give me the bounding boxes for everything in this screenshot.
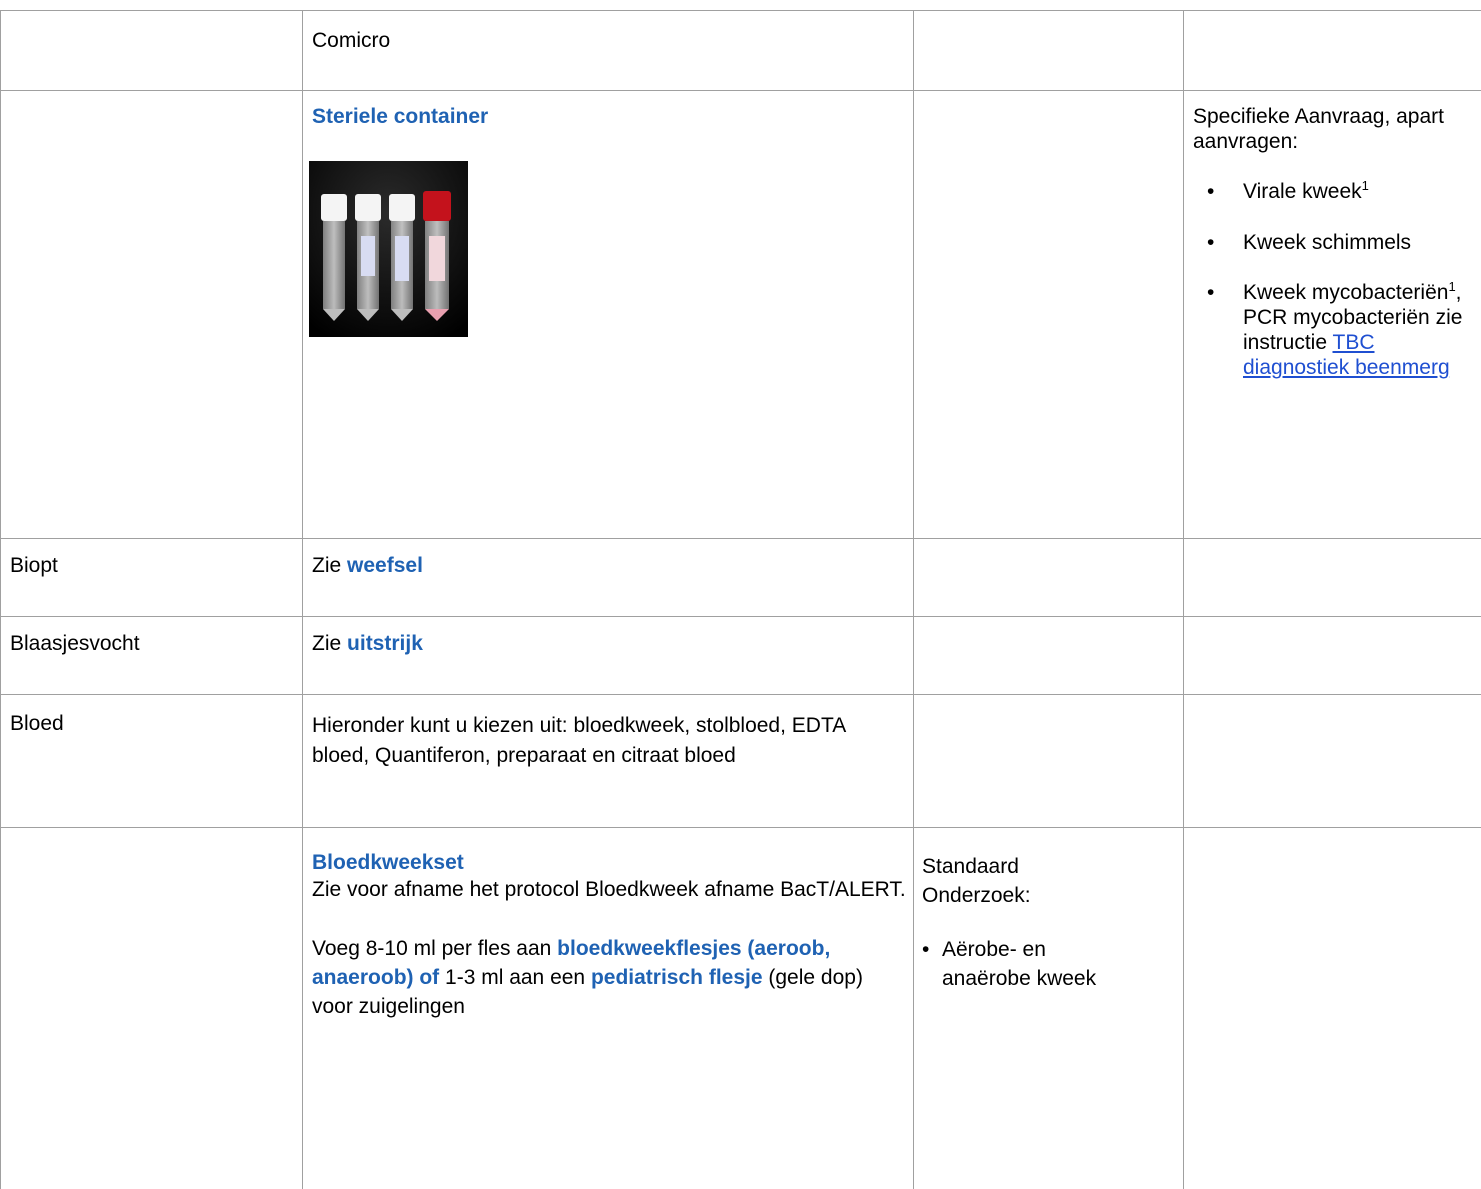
item-text: Aërobe- en anaërobe kweek [942,938,1097,990]
row-bloedkweekset-test-cell: Standaard Onderzoek: • Aërobe- en anaëro… [922,852,1096,993]
list-item: • Aërobe- en anaërobe kweek [922,935,1112,993]
row-divider [0,694,1481,695]
item-text: Virale kweek [1243,180,1362,204]
bullet-icon: • [1207,280,1215,304]
specimen-name: Bloed [10,712,64,735]
cell-text: Comicro [312,29,391,52]
row-divider [0,616,1481,617]
request-list: • Virale kweek1 • Kweek schimmels • Kwee… [1193,179,1478,380]
cell-text: Zie uitstrijk [312,631,902,656]
row-biopt-material-cell: Zie weefsel [312,553,902,578]
row-biopt-name-cell: Biopt [10,553,295,578]
specimen-name: Blaasjesvocht [10,632,140,655]
list-item: • Kweek schimmels [1193,230,1478,255]
list-item: • Kweek mycobacteriën1, PCR mycobacterië… [1193,280,1478,381]
row-divider [0,827,1481,828]
uitstrijk-link[interactable]: uitstrijk [347,632,423,655]
row-blaasjesvocht-name-cell: Blaasjesvocht [10,631,295,656]
list-item: • Virale kweek1 [1193,179,1478,204]
row-bloed-material-cell: Hieronder kunt u kiezen uit: bloedkweek,… [312,711,902,771]
weefsel-link[interactable]: weefsel [347,554,423,577]
see-prefix: Zie [312,554,342,577]
column-divider [913,10,914,1189]
volume-text: Voeg 8-10 ml per fles aan [312,937,552,961]
bullet-icon: • [1207,180,1215,204]
row-divider [0,538,1481,539]
standard-test-title: Standaard Onderzoek: [922,855,1031,907]
column-divider [302,10,303,1189]
volume-text: 1-3 ml aan een [445,966,586,990]
table-top-border [0,10,1481,11]
column-divider [0,10,1,1189]
bullet-icon: • [1207,230,1215,254]
cell-text: Hieronder kunt u kiezen uit: bloedkweek,… [312,714,846,767]
container-title: Steriele container [312,105,489,128]
protocol-text: Zie voor afname het protocol Bloedkweek … [312,878,906,902]
cell-text: Zie weefsel [312,553,902,578]
see-prefix: Zie [312,632,342,655]
bloedkweekset-title: Bloedkweekset [312,851,464,874]
standard-test-list: • Aërobe- en anaërobe kweek [922,935,1162,993]
row-bloedkweekset-material-cell: Bloedkweekset Zie voor afname het protoc… [312,850,908,1021]
pediatrisch-flesje-link[interactable]: pediatrisch flesje [591,966,763,989]
bullet-icon: • [922,938,930,961]
request-intro: Specifieke Aanvraag, apart aanvragen: [1193,105,1444,154]
sterile-container-tubes-photo [309,161,468,337]
row-divider [0,90,1481,91]
specimen-name: Biopt [10,554,58,577]
row-blaasjesvocht-material-cell: Zie uitstrijk [312,631,902,656]
volume-instruction: Voeg 8-10 ml per fles aan bloedkweekfles… [312,934,908,1021]
row-sterile-container-material-cell: Steriele container [309,104,902,337]
footnote-marker: 1 [1448,278,1456,294]
footnote-marker: 1 [1361,178,1369,194]
column-divider [1183,10,1184,1189]
row-comicro-material-cell: Comicro [312,28,902,53]
item-text: Kweek mycobacteriën [1243,280,1449,304]
item-text: Kweek schimmels [1243,230,1412,254]
row-sterile-container-notes-cell: Specifieke Aanvraag, apart aanvragen: • … [1193,104,1478,381]
row-bloed-name-cell: Bloed [10,711,295,736]
